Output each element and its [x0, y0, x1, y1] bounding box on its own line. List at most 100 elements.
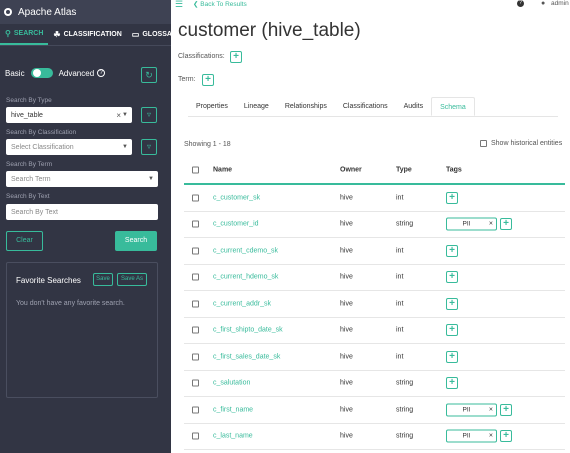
type-select[interactable]: hive_table × ▼: [6, 107, 132, 123]
tab-lineage[interactable]: Lineage: [236, 97, 277, 116]
tab-classification[interactable]: ☘ CLASSIFICATION: [48, 24, 126, 45]
historical-checkbox[interactable]: [480, 140, 487, 147]
text-search-input[interactable]: Search By Text: [6, 204, 158, 220]
showing-count: Showing 1 - 18: [184, 141, 231, 148]
refresh-button[interactable]: ↻: [141, 67, 157, 83]
column-name-link[interactable]: c_first_shipto_date_sk: [213, 327, 283, 334]
classification-select[interactable]: Select Classification ▼: [6, 139, 132, 155]
help-icon[interactable]: ?: [517, 0, 524, 7]
column-name-link[interactable]: c_current_cdemo_sk: [213, 247, 278, 254]
tag-badge[interactable]: PII ×: [446, 403, 497, 417]
mode-toggle[interactable]: [30, 68, 53, 78]
header-type[interactable]: Type: [396, 167, 412, 174]
remove-tag-icon[interactable]: ×: [489, 219, 493, 230]
clear-button[interactable]: Clear: [6, 231, 43, 251]
column-name-link[interactable]: c_customer_sk: [213, 194, 260, 201]
classification-placeholder: Select Classification: [11, 143, 74, 151]
tab-schema[interactable]: Schema: [431, 97, 475, 116]
tab-properties[interactable]: Properties: [188, 97, 236, 116]
tag-icon: ☘: [53, 30, 61, 39]
clear-icon[interactable]: ×: [116, 111, 121, 120]
column-type: string: [396, 432, 414, 440]
column-name-link[interactable]: c_current_hdemo_sk: [213, 274, 278, 281]
row-checkbox[interactable]: [192, 273, 199, 281]
column-name-link[interactable]: c_customer_id: [213, 221, 259, 228]
mode-basic-label: Basic: [5, 68, 25, 78]
column-name-link[interactable]: c_current_addr_sk: [213, 300, 271, 307]
add-tag-button[interactable]: +: [500, 218, 512, 231]
user-icon[interactable]: ●: [541, 0, 545, 7]
add-tag-button[interactable]: +: [446, 191, 458, 204]
sidebar: Apache Atlas ⚲ SEARCH ☘ CLASSIFICATION ▭…: [0, 0, 181, 453]
tag-label: PII: [462, 220, 471, 228]
filter-icon: ▿: [146, 142, 151, 151]
add-tag-button[interactable]: +: [446, 271, 458, 284]
table-row: c_first_name hive string PII × +: [184, 397, 565, 424]
header-name[interactable]: Name: [213, 167, 232, 174]
row-checkbox[interactable]: [192, 326, 199, 334]
table-row: c_current_cdemo_sk hive int +: [184, 238, 565, 265]
select-all-checkbox[interactable]: [192, 166, 199, 174]
add-tag-button[interactable]: +: [446, 297, 458, 310]
classification-filter-button[interactable]: ▿: [141, 139, 157, 155]
search-button[interactable]: Search: [115, 231, 157, 251]
add-tag-button[interactable]: +: [446, 324, 458, 337]
row-checkbox[interactable]: [192, 432, 199, 440]
tab-audits[interactable]: Audits: [396, 97, 431, 116]
add-term-button[interactable]: +: [202, 74, 214, 86]
historical-toggle[interactable]: Show historical entities: [480, 140, 562, 147]
row-checkbox[interactable]: [192, 220, 199, 228]
header-owner[interactable]: Owner: [340, 167, 362, 174]
tag-badge[interactable]: PII ×: [446, 429, 497, 443]
column-type: int: [396, 247, 404, 255]
remove-tag-icon[interactable]: ×: [489, 404, 493, 415]
help-icon[interactable]: ?: [97, 69, 106, 77]
row-checkbox[interactable]: [192, 379, 199, 387]
type-filter-button[interactable]: ▿: [141, 107, 157, 123]
table-header: Name Owner Type Tags: [184, 157, 565, 185]
column-type: string: [396, 220, 414, 228]
table-row: c_last_name hive string PII × +: [184, 424, 565, 450]
menu-icon[interactable]: ☰: [175, 0, 183, 10]
user-name[interactable]: admin: [551, 0, 569, 7]
column-owner: hive: [340, 300, 353, 308]
mode-advanced-label: Advanced: [58, 68, 95, 78]
back-to-results-link[interactable]: ❮ Back To Results: [193, 0, 247, 8]
search-by-term-label: Search By Term: [6, 161, 53, 168]
add-tag-button[interactable]: +: [446, 377, 458, 390]
tab-glossary-label: GLOSSARY: [142, 31, 182, 38]
add-tag-button[interactable]: +: [500, 403, 512, 416]
tab-search-label: SEARCH: [13, 30, 44, 37]
remove-tag-icon[interactable]: ×: [489, 431, 493, 442]
column-name-link[interactable]: c_first_sales_date_sk: [213, 353, 280, 360]
table-row: c_customer_sk hive int +: [184, 185, 565, 212]
atlas-logo-icon: [4, 8, 12, 16]
favorites-save-as-button[interactable]: Save As: [117, 273, 147, 286]
tab-search[interactable]: ⚲ SEARCH: [0, 24, 49, 45]
favorites-save-button[interactable]: Save: [93, 273, 113, 286]
tag-badge[interactable]: PII ×: [446, 217, 497, 231]
row-checkbox[interactable]: [192, 353, 199, 361]
chevron-down-icon: ▼: [122, 112, 128, 118]
row-checkbox[interactable]: [192, 300, 199, 308]
row-checkbox[interactable]: [192, 247, 199, 255]
term-select[interactable]: Search Term ▼: [6, 171, 158, 187]
schema-table: Name Owner Type Tags c_customer_sk hive in…: [184, 157, 565, 450]
tab-relationships[interactable]: Relationships: [277, 97, 335, 116]
column-name-link[interactable]: c_last_name: [213, 433, 253, 440]
add-tag-button[interactable]: +: [446, 350, 458, 363]
add-tag-button[interactable]: +: [446, 244, 458, 257]
refresh-icon: ↻: [145, 70, 153, 80]
tab-classifications[interactable]: Classifications: [335, 97, 396, 116]
add-classification-button[interactable]: +: [230, 51, 242, 63]
column-owner: hive: [340, 379, 353, 387]
table-row: c_salutation hive string +: [184, 371, 565, 397]
brand-name: Apache Atlas: [18, 6, 77, 18]
row-checkbox[interactable]: [192, 406, 199, 414]
column-owner: hive: [340, 353, 353, 361]
column-name-link[interactable]: c_salutation: [213, 380, 250, 387]
row-checkbox[interactable]: [192, 194, 199, 202]
column-name-link[interactable]: c_first_name: [213, 406, 253, 413]
add-tag-button[interactable]: +: [500, 430, 512, 443]
column-owner: hive: [340, 326, 353, 334]
